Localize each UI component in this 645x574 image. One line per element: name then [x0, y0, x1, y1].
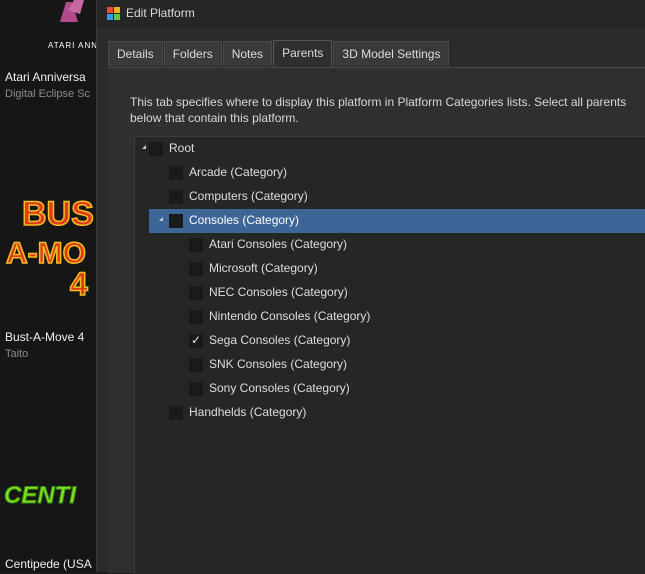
tree-item-label: NEC Consoles (Category) — [209, 285, 348, 299]
centipede-art-text: CENTI — [4, 482, 77, 509]
sega-consoles-checkbox[interactable]: ✓ — [189, 333, 203, 348]
edit-platform-dialog: Edit Platform Details Folders Notes Pare… — [96, 0, 645, 574]
launchbox-app-icon — [107, 7, 120, 20]
tree-item-nintendo-consoles[interactable]: Nintendo Consoles (Category) — [135, 305, 645, 329]
parents-tab-panel: This tab specifies where to display this… — [108, 67, 645, 574]
tree-item-microsoft[interactable]: Microsoft (Category) — [135, 257, 645, 281]
nec-consoles-checkbox[interactable] — [189, 286, 203, 300]
tree-item-sega-consoles[interactable]: ✓ Sega Consoles (Category) — [135, 329, 645, 353]
snk-consoles-checkbox[interactable] — [189, 358, 203, 372]
computers-checkbox[interactable] — [169, 190, 183, 204]
tree-item-snk-consoles[interactable]: SNK Consoles (Category) — [135, 353, 645, 377]
arcade-checkbox[interactable] — [169, 166, 183, 180]
parents-description: This tab specifies where to display this… — [130, 95, 627, 125]
tree-item-label: Sega Consoles (Category) — [209, 333, 351, 347]
tree-item-label: Root — [169, 141, 195, 155]
tree-item-label: SNK Consoles (Category) — [209, 357, 348, 371]
tree-item-computers[interactable]: Computers (Category) — [135, 185, 645, 209]
tree-item-label: Atari Consoles (Category) — [209, 237, 348, 251]
svg-text:BUS: BUS — [22, 195, 94, 233]
tab-folders[interactable]: Folders — [163, 41, 222, 66]
game-title[interactable]: Atari Anniversa — [5, 70, 86, 84]
tree-item-label: Handhelds (Category) — [189, 405, 307, 419]
handhelds-checkbox[interactable] — [169, 406, 183, 420]
tree-item-label: Arcade (Category) — [189, 165, 288, 179]
tree-item-arcade[interactable]: Arcade (Category) — [135, 161, 645, 185]
tree-item-label: Consoles (Category) — [189, 213, 300, 227]
microsoft-checkbox[interactable] — [189, 262, 203, 276]
game-art-atari[interactable]: ATARI ANNIVERSA — [0, 0, 96, 62]
game-art-centipede[interactable]: CENTI — [0, 475, 96, 515]
atari-art-text: ATARI ANNIVERSA — [48, 41, 96, 50]
tree-item-atari-consoles[interactable]: Atari Consoles (Category) — [135, 233, 645, 257]
centipede-logo: CENTI — [4, 482, 78, 510]
tree-item-label: Nintendo Consoles (Category) — [209, 309, 371, 323]
tree-item-label: Computers (Category) — [189, 189, 308, 203]
title-bar[interactable]: Edit Platform — [97, 0, 645, 28]
tree-item-label: Microsoft (Category) — [209, 261, 318, 275]
checkmark-icon: ✓ — [191, 333, 202, 347]
nintendo-consoles-checkbox[interactable] — [189, 310, 203, 324]
expander-icon[interactable] — [159, 217, 163, 221]
expander-icon[interactable] — [142, 145, 146, 149]
tab-notes[interactable]: Notes — [222, 41, 273, 66]
game-developer: Taito — [5, 348, 29, 360]
svg-text:4: 4 — [70, 266, 88, 302]
bust-a-move-logo: BUS A-MO 4 — [5, 194, 94, 303]
game-title[interactable]: Bust-A-Move 4 — [5, 330, 84, 344]
tree-item-label: Sony Consoles (Category) — [209, 381, 350, 395]
game-list: ATARI ANNIVERSA Atari Anniversa Digital … — [0, 0, 96, 572]
tab-strip: Details Folders Notes Parents 3D Model S… — [108, 40, 450, 67]
sony-consoles-checkbox[interactable] — [189, 382, 203, 396]
tab-parents[interactable]: Parents — [273, 40, 333, 67]
tree-item-root[interactable]: Root — [135, 137, 645, 161]
dialog-title: Edit Platform — [126, 6, 195, 20]
consoles-checkbox[interactable] — [169, 214, 183, 228]
tab-3d-model-settings[interactable]: 3D Model Settings — [333, 41, 450, 66]
game-art-bust-a-move[interactable]: BUS A-MO 4 — [0, 185, 96, 305]
tree-item-handhelds[interactable]: Handhelds (Category) — [135, 401, 645, 425]
root-checkbox[interactable] — [149, 142, 163, 156]
game-title[interactable]: Centipede (USA — [5, 557, 92, 571]
tree-item-consoles[interactable]: Consoles (Category) — [135, 209, 645, 233]
atari-logo: ATARI ANNIVERSA — [48, 0, 96, 50]
tree-item-sony-consoles[interactable]: Sony Consoles (Category) — [135, 377, 645, 401]
tab-details[interactable]: Details — [108, 41, 163, 66]
parents-tree[interactable]: Root Arcade (Category) Computers (Catego… — [134, 136, 645, 574]
tree-item-nec-consoles[interactable]: NEC Consoles (Category) — [135, 281, 645, 305]
atari-consoles-checkbox[interactable] — [189, 238, 203, 252]
game-developer: Digital Eclipse Sc — [5, 88, 90, 100]
